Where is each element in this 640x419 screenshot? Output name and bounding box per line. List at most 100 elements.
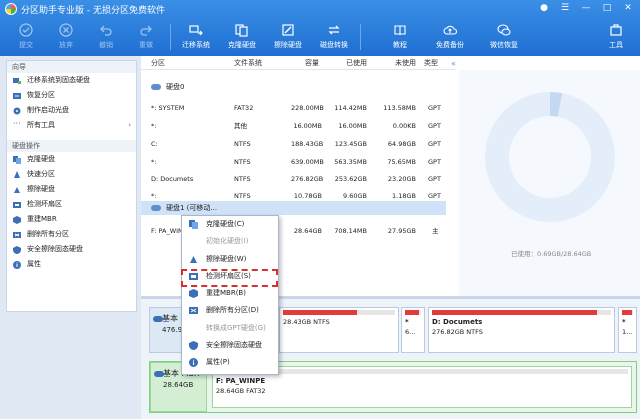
disk-icon	[151, 84, 161, 90]
mbr-icon	[189, 289, 198, 299]
wechat-recovery-button[interactable]: 微信恢复	[484, 18, 524, 56]
partition-name: F: PA_WINPE	[216, 377, 266, 385]
cell-fs: NTFS	[234, 140, 251, 148]
cell-fs: NTFS	[234, 158, 251, 166]
partition-size: 6...	[405, 328, 416, 336]
secure-erase-icon	[189, 341, 198, 351]
sidebar: 向导 迁移系统到固态硬盘 恢复分区 制作启动光盘 ··· 所有工具 › 硬盘操作…	[6, 60, 137, 312]
clone-icon	[235, 24, 248, 37]
cell-type: 主	[432, 227, 439, 235]
menu-item-rebuild-mbr[interactable]: 重建MBR(B)	[182, 285, 278, 302]
undo-button[interactable]: 撤销	[86, 18, 126, 56]
sidebar-item-properties[interactable]: 属性	[7, 257, 136, 272]
menu-item-label: 安全擦除固态硬盘	[206, 341, 262, 350]
skin-icon[interactable]: ●	[538, 2, 550, 14]
minimize-icon[interactable]: —	[580, 2, 592, 14]
delete-icon	[189, 307, 198, 315]
sidebar-item-label: 检测坏扇区	[27, 200, 62, 208]
sidebar-item-label: 迁移系统到固态硬盘	[27, 76, 90, 84]
menu-icon[interactable]: ☰	[559, 2, 571, 14]
menu-item-delete-all-partitions[interactable]: 删除所有分区(D)	[182, 302, 278, 319]
cell-used: 114.42MB	[334, 104, 367, 112]
cell-type: GPT	[428, 122, 441, 130]
partition-block[interactable]: * 6...	[401, 307, 425, 353]
sidebar-item-secure-erase-ssd[interactable]: 安全擦除固态硬盘	[7, 242, 136, 257]
tutorial-icon	[394, 25, 406, 36]
partition-block-d[interactable]: D: Documets 276.82GB NTFS	[428, 307, 615, 353]
migrate-system-button[interactable]: 迁移系统	[176, 18, 216, 56]
partition-block[interactable]: 28.43GB NTFS	[279, 307, 399, 353]
double-chevron-left-icon[interactable]: «	[451, 59, 456, 68]
sidebar-item-label: 重建MBR	[27, 215, 57, 223]
wipe-icon	[14, 187, 20, 193]
partition-size: 276.82GB NTFS	[432, 328, 483, 336]
highlight-box	[181, 269, 278, 287]
redo-label: 重做	[139, 41, 153, 49]
check-sector-icon	[13, 202, 21, 208]
column-type[interactable]: 类型	[424, 56, 438, 70]
discard-button[interactable]: 放弃	[46, 18, 86, 56]
partition-block[interactable]: * 1...	[618, 307, 637, 353]
menu-item-init-disk[interactable]: 初始化硬盘(I)	[182, 233, 278, 250]
table-row[interactable]: C: NTFS 188.43GB 123.45GB 64.98GB GPT	[141, 137, 446, 151]
close-icon[interactable]: ✕	[622, 2, 634, 14]
cell-partition: *:	[151, 158, 157, 166]
usage-fill	[283, 310, 357, 315]
menu-item-clone-disk[interactable]: 克隆硬盘(C)	[182, 216, 278, 233]
menu-item-secure-erase-ssd[interactable]: 安全擦除固态硬盘	[182, 337, 278, 354]
table-row[interactable]: *: SYSTEM FAT32 228.00MB 114.42MB 113.58…	[141, 101, 446, 115]
sidebar-item-delete-all-partitions[interactable]: 删除所有分区	[7, 227, 136, 242]
disk0-row[interactable]: 硬盘0	[141, 80, 446, 94]
disk-icon	[151, 205, 161, 211]
column-used[interactable]: 已使用	[346, 56, 367, 70]
sidebar-item-quick-partition[interactable]: 快速分区	[7, 167, 136, 182]
column-fs[interactable]: 文件系统	[234, 56, 262, 70]
menu-item-convert-gpt[interactable]: 转换成GPT硬盘(G)	[182, 320, 278, 337]
sidebar-item-rebuild-mbr[interactable]: 重建MBR	[7, 212, 136, 227]
disk-label: 硬盘0	[166, 83, 185, 91]
disk1-row[interactable]: 硬盘1 (可移动...	[141, 201, 446, 215]
sidebar-item-label: 擦除硬盘	[27, 185, 55, 193]
sidebar-item-wipe-disk[interactable]: 擦除硬盘	[7, 182, 136, 197]
disk-convert-button[interactable]: 磁盘转换	[314, 18, 354, 56]
sidebar-item-migrate[interactable]: 迁移系统到固态硬盘	[7, 73, 136, 88]
sidebar-item-all-tools[interactable]: ··· 所有工具 ›	[7, 118, 136, 133]
sidebar-item-boot-disc[interactable]: 制作启动光盘	[7, 103, 136, 118]
cell-partition: *:	[151, 122, 157, 130]
undo-label: 撤销	[99, 41, 113, 49]
sidebar-item-restore-partition[interactable]: 恢复分区	[7, 88, 136, 103]
restore-icon	[13, 93, 21, 99]
sidebar-item-check-bad-sectors[interactable]: 检测坏扇区	[7, 197, 136, 212]
sidebar-item-label: 制作启动光盘	[27, 106, 69, 114]
column-unused[interactable]: 未使用	[395, 56, 416, 70]
disk-icon	[153, 316, 163, 322]
maximize-icon[interactable]: □	[601, 2, 613, 14]
column-capacity[interactable]: 容量	[305, 56, 319, 70]
column-partition[interactable]: 分区	[151, 56, 165, 70]
cell-capacity: 16.00MB	[293, 122, 322, 130]
usage-fill	[405, 310, 420, 315]
commit-button[interactable]: 提交	[6, 18, 46, 56]
tutorial-button[interactable]: 教程	[380, 18, 420, 56]
quick-partition-icon	[14, 171, 20, 178]
dots-icon: ···	[13, 119, 21, 128]
menu-item-properties[interactable]: 属性(P)	[182, 354, 278, 371]
free-backup-button[interactable]: 免费备份	[430, 18, 470, 56]
table-row[interactable]: *: NTFS 639.00MB 563.35MB 75.65MB GPT	[141, 155, 446, 169]
cell-partition: *: SYSTEM	[151, 104, 185, 112]
redo-button[interactable]: 重做	[126, 18, 166, 56]
migrate-icon	[189, 25, 203, 36]
usage-bar	[622, 310, 633, 315]
tools-button[interactable]: 工具	[596, 18, 636, 56]
table-row[interactable]: *: 其他 16.00MB 16.00MB 0.00KB GPT	[141, 119, 446, 133]
menu-item-wipe-disk[interactable]: 擦除硬盘(W)	[182, 251, 278, 268]
clone-disk-button[interactable]: 克隆硬盘	[222, 18, 262, 56]
wipe-disk-button[interactable]: 擦除硬盘	[268, 18, 308, 56]
cell-partition: C:	[151, 140, 158, 148]
table-row[interactable]: D: Documets NTFS 276.82GB 253.62GB 23.20…	[141, 172, 446, 186]
wechat-icon	[497, 24, 511, 36]
cell-used: 16.00MB	[338, 122, 367, 130]
cell-partition: D: Documets	[151, 175, 194, 183]
cell-capacity: 276.82GB	[291, 175, 324, 183]
sidebar-item-clone-disk[interactable]: 克隆硬盘	[7, 152, 136, 167]
